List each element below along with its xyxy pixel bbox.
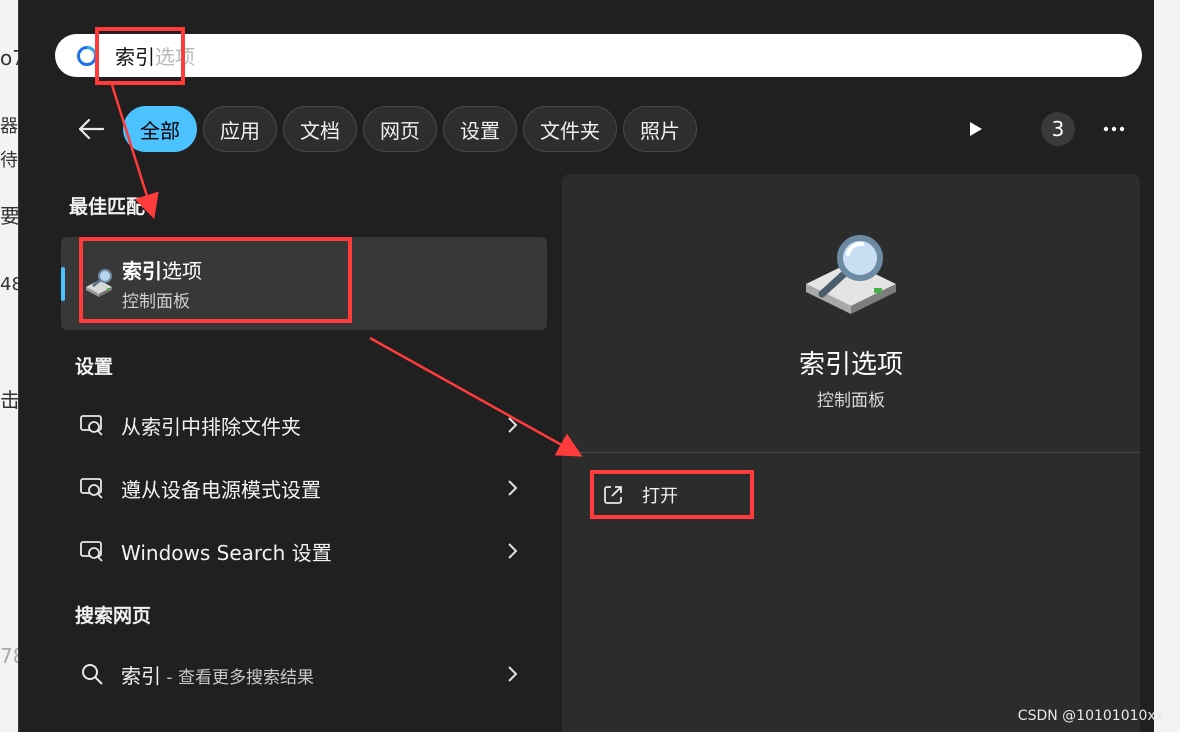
- chevron-right-icon: [508, 666, 518, 682]
- play-icon: [970, 122, 982, 136]
- filter-tab-folders[interactable]: 文件夹: [523, 106, 617, 152]
- background-text: 器: [0, 116, 18, 137]
- back-button[interactable]: [71, 110, 111, 148]
- indexing-options-large-icon: [806, 235, 896, 314]
- filter-tabs: 全部 应用 文档 网页 设置 文件夹 照片: [123, 106, 697, 152]
- settings-item-label: 从索引中排除文件夹: [121, 414, 301, 439]
- play-button[interactable]: [961, 114, 991, 144]
- background-text: o7: [0, 46, 18, 70]
- background-text: 要不: [0, 204, 18, 228]
- settings-item-label: 遵从设备电源模式设置: [121, 477, 321, 502]
- settings-search-icon: [77, 473, 107, 503]
- filter-tab-all[interactable]: 全部: [123, 106, 197, 152]
- search-box[interactable]: 索引 选项: [55, 34, 1142, 77]
- web-search-label: 索引 - 查看更多搜索结果: [121, 663, 314, 688]
- chevron-right-icon: [508, 543, 518, 559]
- more-options-button[interactable]: [1099, 114, 1129, 144]
- detail-divider: [562, 452, 1140, 453]
- filter-tab-documents[interactable]: 文档: [283, 106, 357, 152]
- filter-tab-apps[interactable]: 应用: [203, 106, 277, 152]
- settings-search-icon: [77, 536, 107, 566]
- search-panel: 索引 选项 全部 应用 文档 网页 设置 文件夹 照片 3 最佳匹配 索引选项 …: [18, 0, 1154, 732]
- section-header-web: 搜索网页: [75, 605, 152, 627]
- background-text: 待: [0, 150, 18, 171]
- settings-item-windows-search[interactable]: Windows Search 设置: [61, 523, 547, 579]
- watermark: CSDN @10101010xx: [1017, 708, 1164, 724]
- annotation-box-best-match: [79, 237, 352, 323]
- settings-search-icon: [77, 410, 107, 440]
- background-text: 48: [0, 274, 18, 295]
- filter-tab-web[interactable]: 网页: [363, 106, 437, 152]
- detail-subtitle: 控制面板: [817, 391, 885, 411]
- filter-tab-settings[interactable]: 设置: [443, 106, 517, 152]
- magnifier-icon: [77, 659, 107, 689]
- settings-item-power-mode[interactable]: 遵从设备电源模式设置: [61, 460, 547, 516]
- background-page-left: o7 器 待 要不 48 击 78: [0, 0, 18, 732]
- arrow-left-icon: [78, 118, 105, 140]
- result-count-badge[interactable]: 3: [1041, 112, 1075, 146]
- section-header-settings: 设置: [75, 356, 114, 378]
- detail-pane: 索引选项 控制面板 打开: [562, 174, 1140, 732]
- filter-tab-photos[interactable]: 照片: [623, 106, 697, 152]
- annotation-box-open: [590, 470, 754, 519]
- detail-title: 索引选项: [798, 350, 903, 380]
- settings-item-exclude-folders[interactable]: 从索引中排除文件夹: [61, 397, 547, 453]
- selection-indicator: [61, 267, 65, 301]
- background-text: 击: [0, 388, 18, 412]
- chevron-right-icon: [508, 480, 518, 496]
- section-header-best-match: 最佳匹配: [69, 196, 146, 218]
- annotation-box-search: [95, 27, 185, 85]
- more-dots-icon: [1103, 126, 1125, 132]
- web-search-item[interactable]: 索引 - 查看更多搜索结果: [61, 646, 547, 702]
- background-text: 78: [0, 644, 18, 668]
- settings-item-label: Windows Search 设置: [121, 540, 332, 565]
- chevron-right-icon: [508, 417, 518, 433]
